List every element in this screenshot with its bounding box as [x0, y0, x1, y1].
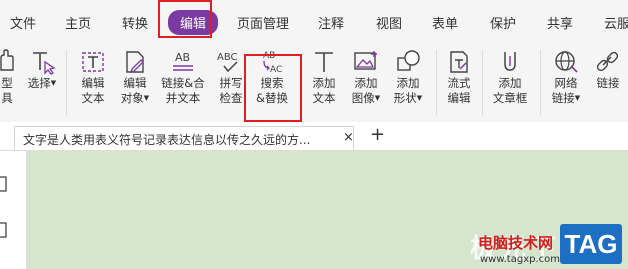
separator — [66, 50, 67, 116]
menu-convert[interactable]: 转换 — [122, 13, 148, 32]
link-merge-label-1: 链接&合 — [161, 76, 205, 90]
watermark-tag-logo: TAG — [560, 224, 622, 264]
document-tab-bar: 文字是人类用表义符号记录表达信息以传之久远的方... × — [0, 122, 628, 151]
spell-check-icon-text: ABC — [217, 52, 238, 63]
select-tool-button[interactable]: 选择▼ — [24, 48, 60, 91]
add-image-icon — [354, 51, 377, 70]
link-merge-icon-text: AB — [175, 51, 190, 64]
add-shape-button[interactable]: 添加 形状▼ — [388, 48, 428, 106]
spell-check-label-1: 拼写 — [219, 76, 243, 90]
web-link-label-1: 网络 — [554, 76, 578, 90]
separator — [540, 50, 541, 116]
web-link-dropdown-caret[interactable]: ▼ — [575, 94, 580, 102]
add-shape-icon — [397, 50, 420, 71]
add-shape-label-2: 形状 — [393, 91, 417, 105]
menu-cloud[interactable]: 云服 — [604, 13, 628, 32]
edit-text-label-1: 编辑 — [81, 76, 105, 90]
select-dropdown-caret[interactable]: ▼ — [51, 79, 56, 87]
spell-check-label-2: 检查 — [219, 91, 243, 105]
highlight-box-edit-tab — [158, 0, 212, 38]
add-text-label-1: 添加 — [312, 76, 336, 90]
partial-tool-label-1: 型 — [1, 76, 13, 90]
flow-edit-button[interactable]: 流式 编辑 — [442, 48, 476, 106]
spell-check-icon: ABC — [217, 52, 238, 73]
menu-comment[interactable]: 注释 — [318, 13, 344, 32]
add-image-label-1: 添加 — [354, 76, 378, 90]
article-box-icon — [504, 52, 516, 71]
flow-edit-icon — [450, 51, 468, 73]
edit-object-dropdown-caret[interactable]: ▼ — [144, 94, 149, 102]
menu-home[interactable]: 主页 — [65, 13, 91, 32]
ribbon-toolbar: 型 具 选择▼ 编辑 文本 编辑 对象▼ AB 链接&合 并文本 ABC 拼写 … — [0, 44, 628, 123]
add-article-box-label-2: 文章框 — [492, 91, 528, 105]
watermark-url: www.tagxp.com — [480, 254, 560, 265]
add-text-icon — [315, 52, 333, 72]
edit-text-button[interactable]: 编辑 文本 — [76, 48, 110, 106]
add-tab-button[interactable]: + — [370, 124, 385, 145]
chain-link-icon — [596, 51, 619, 72]
add-article-box-button[interactable]: 添加 文章框 — [488, 48, 532, 106]
menu-protect[interactable]: 保护 — [490, 13, 516, 32]
separator — [436, 50, 437, 116]
watermark-site-name: 电脑技术网 — [478, 234, 554, 252]
add-text-label-2: 文本 — [312, 91, 336, 105]
select-label: 选择 — [27, 76, 51, 90]
link-button[interactable]: 链接 — [592, 48, 624, 91]
text-cursor-select-icon — [33, 52, 56, 75]
add-article-box-label-1: 添加 — [498, 76, 522, 90]
partial-tool-label-2: 具 — [1, 91, 13, 105]
flow-edit-label-2: 编辑 — [447, 91, 471, 105]
link-merge-label-2: 并文本 — [165, 91, 201, 105]
menu-view[interactable]: 视图 — [376, 13, 402, 32]
highlight-box-search-replace — [244, 54, 302, 122]
link-label: 链接 — [596, 76, 620, 90]
web-link-button[interactable]: 网络 链接▼ — [546, 48, 586, 106]
menu-form[interactable]: 表单 — [432, 13, 458, 32]
document-tab[interactable]: 文字是人类用表义符号记录表达信息以传之久远的方... × — [14, 126, 354, 150]
close-icon[interactable]: × — [343, 130, 354, 145]
add-image-button[interactable]: 添加 图像▼ — [346, 48, 386, 106]
web-link-label-2: 链接 — [551, 91, 575, 105]
flow-edit-label-1: 流式 — [447, 76, 471, 90]
separator — [482, 50, 483, 116]
add-text-button[interactable]: 添加 文本 — [308, 48, 340, 106]
edit-object-icon — [126, 51, 144, 74]
hand-icon — [0, 49, 14, 71]
edit-object-label-1: 编辑 — [123, 76, 147, 90]
menu-page-manage[interactable]: 页面管理 — [237, 13, 289, 32]
menu-share[interactable]: 共享 — [547, 13, 573, 32]
edit-text-label-2: 文本 — [81, 91, 105, 105]
link-merge-icon: AB — [173, 51, 193, 71]
left-side-panel — [0, 151, 27, 269]
partial-tool-left[interactable]: 型 具 — [0, 48, 18, 106]
add-image-label-2: 图像 — [351, 91, 375, 105]
add-shape-dropdown-caret[interactable]: ▼ — [417, 94, 422, 102]
side-panel-icons[interactable] — [0, 171, 20, 261]
add-shape-label-1: 添加 — [396, 76, 420, 90]
add-image-dropdown-caret[interactable]: ▼ — [375, 94, 380, 102]
link-merge-text-button[interactable]: AB 链接&合 并文本 — [158, 48, 208, 106]
edit-object-button[interactable]: 编辑 对象▼ — [116, 48, 154, 106]
edit-object-label-2: 对象 — [120, 91, 144, 105]
menu-file[interactable]: 文件 — [10, 13, 36, 32]
edit-text-icon — [82, 52, 104, 72]
menu-bar: 文件 主页 转换 编辑 页面管理 注释 视图 表单 保护 共享 云服 — [0, 0, 628, 44]
document-tab-title: 文字是人类用表义符号记录表达信息以传之久远的方... — [23, 133, 311, 147]
globe-icon — [555, 51, 578, 73]
spell-check-button[interactable]: ABC 拼写 检查 — [214, 48, 248, 106]
